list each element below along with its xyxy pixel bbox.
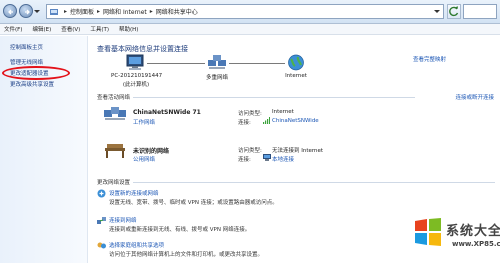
highlight-circle: [2, 66, 70, 80]
windows-logo-icon: [415, 218, 441, 246]
homegroup-icon: [97, 242, 106, 249]
computer-sub: (此计算机): [122, 82, 150, 88]
back-button[interactable]: [3, 4, 17, 18]
network-icon: [208, 55, 226, 69]
watermark-text: 系统大全: [446, 224, 500, 239]
forward-button[interactable]: [19, 4, 33, 18]
breadcrumb-separator-icon: ▸: [64, 8, 68, 15]
address-bar: ▸ 控制面板 ▸ 网络和 Internet ▸ 网络和共享中心: [0, 0, 500, 24]
public-network-icon: [105, 144, 125, 158]
connection-link[interactable]: 本地连接: [272, 155, 294, 163]
menu-edit[interactable]: 编辑(E): [32, 25, 51, 33]
sidebar-item-advanced-sharing[interactable]: 更改高级共享设置: [10, 80, 54, 88]
control-panel-icon: [50, 8, 58, 15]
multiple-networks-label: 多重网络: [205, 75, 228, 81]
computer-icon: [126, 54, 144, 70]
sidebar-item-manage-wireless[interactable]: 管理无线网络: [10, 58, 43, 66]
active-networks-header: 查看活动网络: [97, 95, 131, 101]
refresh-icon: [449, 6, 459, 17]
address-field[interactable]: ▸ 控制面板 ▸ 网络和 Internet ▸ 网络和共享中心: [46, 4, 444, 19]
homegroup-desc: 访问位于其他网络计算机上的文件和打印机，或更改共享设置。: [109, 252, 264, 258]
globe-icon: [288, 54, 304, 71]
local-connection-icon: [263, 154, 271, 161]
work-network-icon: [104, 107, 126, 120]
access-type-value: Internet: [272, 109, 294, 115]
address-dropdown-icon[interactable]: [434, 9, 440, 14]
map-link-line: [147, 63, 205, 64]
refresh-button[interactable]: [447, 4, 461, 19]
access-type-label: 访问类型:: [238, 148, 262, 154]
search-input[interactable]: [463, 4, 497, 19]
connect-to-network-desc: 连接到或重新连接到无线、有线、拨号或 VPN 网络连接。: [109, 227, 251, 233]
forward-arrow-icon: [25, 9, 30, 15]
menu-tools[interactable]: 工具(T): [90, 25, 109, 33]
wireless-signal-icon: [263, 117, 270, 124]
breadcrumb-separator-icon[interactable]: ▸: [150, 8, 153, 15]
connection-link[interactable]: ChinaNetSNWide: [272, 118, 319, 124]
section-divider: [133, 182, 495, 183]
network-type-link[interactable]: 公用网络: [133, 155, 155, 163]
menu-bar: 文件(F) 编辑(E) 查看(V) 工具(T) 帮助(H): [0, 24, 500, 35]
computer-name: PC-201210191447: [111, 73, 163, 79]
sidebar-item-control-panel-home[interactable]: 控制面板主页: [10, 43, 43, 51]
breadcrumb-separator-icon[interactable]: ▸: [97, 8, 100, 15]
new-connection-icon: [97, 189, 106, 198]
homegroup-link[interactable]: 选择家庭组和共享选项: [109, 241, 164, 249]
change-settings-header: 更改网络设置: [97, 180, 131, 186]
menu-help[interactable]: 帮助(H): [119, 25, 138, 33]
watermark: 系统大全 www.XP85.com: [408, 212, 500, 263]
access-type-label: 访问类型:: [238, 111, 262, 117]
menu-file[interactable]: 文件(F): [4, 25, 22, 33]
connection-label: 连接:: [238, 120, 251, 126]
network-type-link[interactable]: 工作网络: [133, 118, 155, 126]
breadcrumb-control-panel[interactable]: 控制面板: [70, 7, 94, 16]
setup-connection-link[interactable]: 设置新的连接或网络: [109, 189, 159, 197]
connect-network-icon: [97, 217, 106, 224]
view-full-map-link[interactable]: 查看完整映射: [413, 55, 446, 63]
network-name: ChinaNetSNWide 71: [133, 109, 201, 116]
setup-connection-desc: 设置无线、宽带、拨号、临时或 VPN 连接；或设置路由器或访问点。: [109, 200, 278, 206]
back-arrow-icon: [8, 9, 13, 15]
map-link-line: [229, 63, 285, 64]
internet-label: Internet: [285, 73, 307, 79]
breadcrumb-network-internet[interactable]: 网络和 Internet: [103, 7, 147, 16]
watermark-url: www.XP85.com: [452, 240, 500, 248]
connect-disconnect-link[interactable]: 连接或断开连接: [455, 93, 494, 101]
page-title: 查看基本网络信息并设置连接: [97, 45, 188, 53]
access-type-value: 无法连接到 Internet: [272, 148, 324, 154]
section-divider: [133, 97, 415, 98]
menu-view[interactable]: 查看(V): [61, 25, 80, 33]
connection-label: 连接:: [238, 157, 251, 163]
history-dropdown-icon[interactable]: [34, 9, 40, 14]
connect-to-network-link[interactable]: 连接到网络: [109, 216, 137, 224]
breadcrumb-network-sharing-center[interactable]: 网络和共享中心: [156, 7, 198, 16]
network-name: 未识别的网络: [133, 148, 170, 155]
